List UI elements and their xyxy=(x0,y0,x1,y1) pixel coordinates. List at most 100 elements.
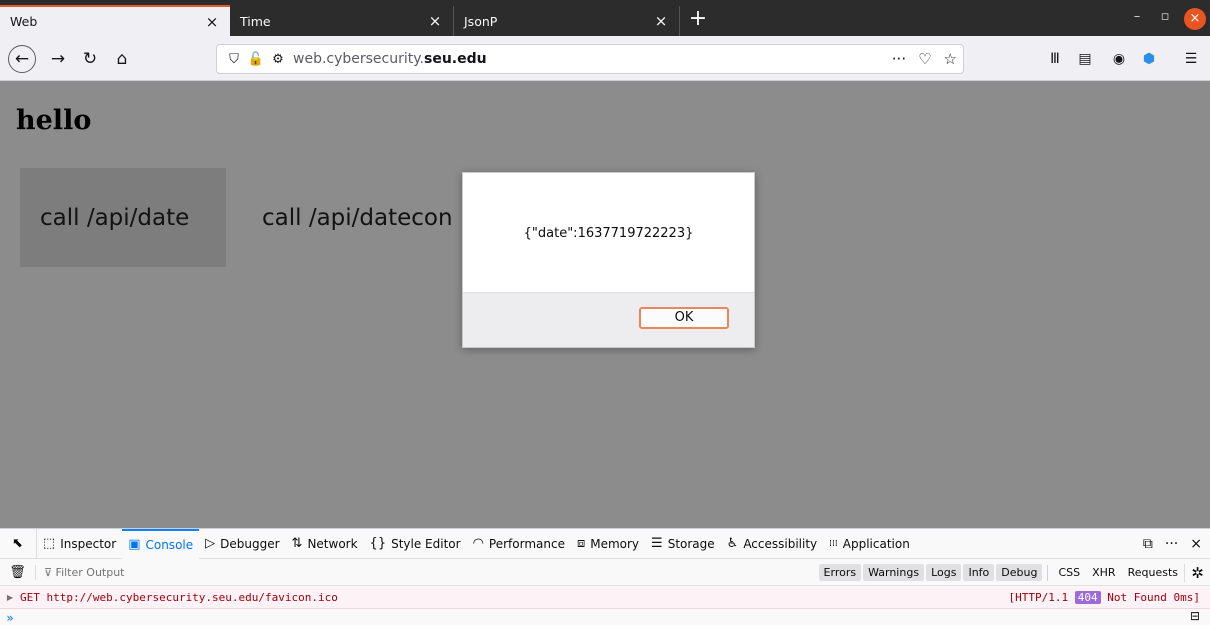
accessibility-icon: ♿ xyxy=(726,536,739,551)
log-level-filters: Errors Warnings Logs Info Debug CSS XHR … xyxy=(818,559,1210,586)
url-text: web.cybersecurity.seu.edu xyxy=(293,51,487,67)
insecure-lock-icon[interactable]: 🔓 xyxy=(245,52,267,67)
url-prefix: web.cybersecurity. xyxy=(293,51,424,67)
picker-icon: ⬉ xyxy=(12,536,23,551)
console-input[interactable]: » ⊟ xyxy=(0,609,1210,625)
pocket-icon[interactable]: ♡ xyxy=(918,50,931,68)
inspector-icon: ⬚ xyxy=(42,536,56,551)
tab-label: Debugger xyxy=(220,536,280,551)
console-log-row[interactable]: ▶ GET http://web.cybersecurity.seu.edu/f… xyxy=(0,587,1210,609)
page-content: hello call /api/date call /api/datecon {… xyxy=(0,81,1210,528)
close-devtools-icon[interactable]: × xyxy=(1190,536,1202,552)
new-tab-button[interactable]: + xyxy=(684,6,712,34)
window-close-button[interactable]: × xyxy=(1184,8,1206,30)
tab-time[interactable]: Time × xyxy=(230,6,454,36)
dock-icon[interactable]: ⧉ xyxy=(1143,536,1153,552)
tab-debugger[interactable]: ▷ Debugger xyxy=(199,529,285,559)
tab-label: JsonP xyxy=(464,13,498,29)
tab-label: Inspector xyxy=(60,536,117,551)
filter-logs[interactable]: Logs xyxy=(926,564,962,581)
close-icon[interactable]: × xyxy=(653,12,669,30)
devtools-panel: ⬉ ⬚ Inspector ▣ Console ▷ Debugger ⇅ Net… xyxy=(0,528,1210,625)
tab-performance[interactable]: ◠ Performance xyxy=(467,529,571,559)
expand-arrow-icon[interactable]: ▶ xyxy=(0,593,20,602)
navigation-toolbar: ← → ↻ ⌂ ⛉ 🔓 ⚙ web.cybersecurity.seu.edu … xyxy=(0,36,1210,81)
devtools-toolbar: ⬉ ⬚ Inspector ▣ Console ▷ Debugger ⇅ Net… xyxy=(0,528,1210,559)
tab-style-editor[interactable]: {} Style Editor xyxy=(364,529,467,559)
reload-button[interactable]: ↻ xyxy=(76,45,104,73)
filter-requests[interactable]: Requests xyxy=(1123,564,1183,581)
tab-storage[interactable]: ☰ Storage xyxy=(645,529,721,559)
log-status: [HTTP/1.1 404 Not Found 0ms] xyxy=(1009,591,1200,604)
tab-console[interactable]: ▣ Console xyxy=(122,528,200,559)
back-button[interactable]: ← xyxy=(8,45,36,73)
tab-application[interactable]: ⁞⁞⁞ Application xyxy=(823,529,916,559)
menu-icon[interactable]: ☰ xyxy=(1178,45,1204,73)
filter-divider xyxy=(1047,564,1049,581)
alert-dialog: {"date":1637719722223} OK xyxy=(462,172,755,348)
tab-network[interactable]: ⇅ Network xyxy=(286,529,364,559)
element-picker-button[interactable]: ⬉ xyxy=(0,528,37,559)
page-actions: ··· ♡ ☆ xyxy=(892,50,957,68)
tab-label: Accessibility xyxy=(743,536,818,551)
tab-label: Web xyxy=(10,14,38,29)
filter-output-input[interactable]: ⊽ Filter Output xyxy=(44,566,125,579)
tab-inspector[interactable]: ⬚ Inspector xyxy=(37,529,122,559)
prompt-chevron-icon: » xyxy=(6,610,14,625)
tab-label: Time xyxy=(240,13,271,29)
split-console-icon[interactable]: ⊟ xyxy=(1190,609,1200,623)
style-editor-icon: {} xyxy=(369,536,387,551)
devtools-window-controls: ⧉ ··· × xyxy=(1143,529,1202,559)
alert-message: {"date":1637719722223} xyxy=(523,225,694,241)
forward-button[interactable]: → xyxy=(44,45,72,73)
tab-label: Application xyxy=(842,536,910,551)
console-settings-icon[interactable]: ✲ xyxy=(1184,563,1210,582)
tab-label: Style Editor xyxy=(391,536,461,551)
sidebar-icon[interactable]: ▤ xyxy=(1072,45,1098,73)
status-suffix: Not Found 0ms] xyxy=(1107,591,1200,604)
filter-css[interactable]: CSS xyxy=(1053,564,1085,581)
filter-debug[interactable]: Debug xyxy=(996,564,1043,581)
maximize-button[interactable]: ▫ xyxy=(1154,9,1176,29)
filter-info[interactable]: Info xyxy=(963,564,995,581)
close-icon[interactable]: × xyxy=(204,13,220,31)
console-filter-bar: 🗑 ⊽ Filter Output Errors Warnings Logs I… xyxy=(0,559,1210,586)
tab-web[interactable]: Web × xyxy=(0,5,230,36)
tab-label: Performance xyxy=(488,536,565,551)
bookmark-star-icon[interactable]: ☆ xyxy=(944,50,957,68)
memory-icon: ⧈ xyxy=(576,536,586,551)
alert-footer: OK xyxy=(463,292,754,347)
filter-errors[interactable]: Errors xyxy=(818,564,862,581)
storage-icon: ☰ xyxy=(651,536,663,551)
ok-button[interactable]: OK xyxy=(639,307,729,329)
status-prefix: [HTTP/1.1 xyxy=(1008,591,1069,604)
shield-icon[interactable]: ⛉ xyxy=(223,52,245,67)
tab-jsonp[interactable]: JsonP × xyxy=(454,6,680,36)
status-code-badge: 404 xyxy=(1074,591,1101,604)
url-host: seu.edu xyxy=(424,51,487,67)
console-icon: ▣ xyxy=(128,537,141,552)
tab-strip: Web × Time × JsonP × + – ▫ × xyxy=(0,0,1210,36)
network-icon: ⇅ xyxy=(291,536,303,551)
page-actions-icon[interactable]: ··· xyxy=(892,50,906,68)
tab-accessibility[interactable]: ♿ Accessibility xyxy=(721,529,824,559)
filter-warnings[interactable]: Warnings xyxy=(863,564,925,581)
debugger-icon: ▷ xyxy=(205,536,216,551)
more-options-icon[interactable]: ··· xyxy=(1165,536,1178,552)
performance-icon: ◠ xyxy=(472,536,484,551)
url-bar[interactable]: ⛉ 🔓 ⚙ web.cybersecurity.seu.edu ··· ♡ ☆ xyxy=(216,44,964,74)
tab-memory[interactable]: ⧈ Memory xyxy=(571,529,645,559)
tab-label: Network xyxy=(307,536,358,551)
tab-label: Storage xyxy=(667,536,715,551)
library-icon[interactable]: Ⅲ xyxy=(1042,45,1068,73)
minimize-button[interactable]: – xyxy=(1126,9,1148,29)
permissions-icon[interactable]: ⚙ xyxy=(267,52,289,67)
extension-icon[interactable]: ⬢ xyxy=(1136,45,1162,73)
tab-label: Memory xyxy=(590,536,640,551)
home-button[interactable]: ⌂ xyxy=(108,45,136,73)
clear-console-icon[interactable]: 🗑 xyxy=(0,564,36,580)
account-icon[interactable]: ◉ xyxy=(1106,45,1132,73)
filter-xhr[interactable]: XHR xyxy=(1087,564,1120,581)
close-icon[interactable]: × xyxy=(427,12,443,30)
log-request-text[interactable]: GET http://web.cybersecurity.seu.edu/fav… xyxy=(20,591,338,604)
